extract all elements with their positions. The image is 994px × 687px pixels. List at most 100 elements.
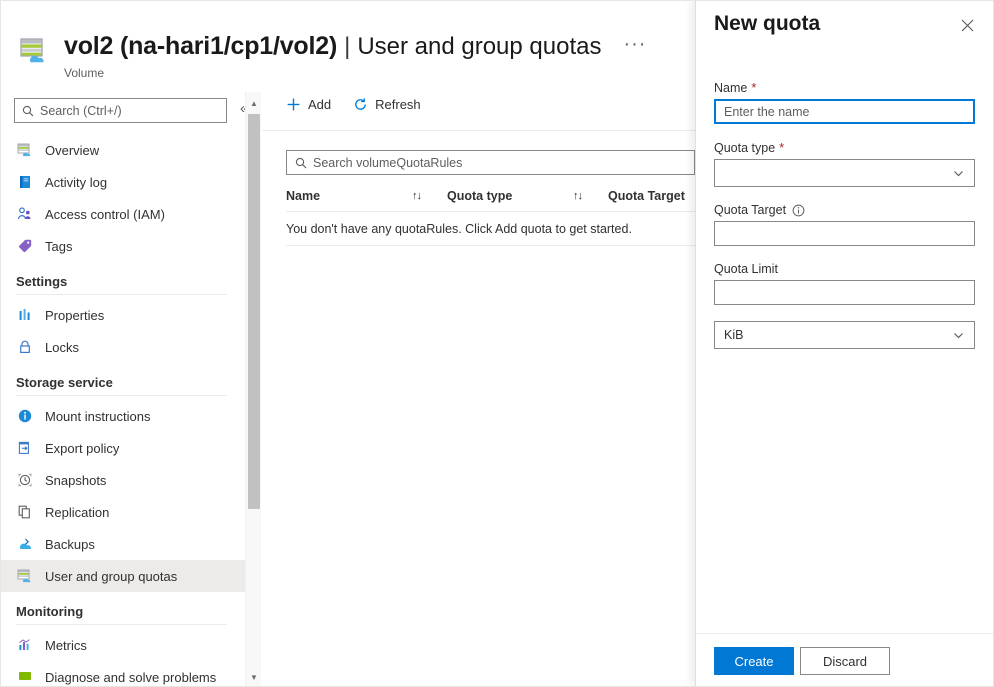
sidebar-item-snapshots[interactable]: Snapshots bbox=[0, 464, 245, 496]
replication-icon bbox=[16, 504, 33, 521]
unit-selected-value: KiB bbox=[724, 328, 743, 342]
lock-icon bbox=[16, 339, 33, 356]
export-policy-icon bbox=[16, 440, 33, 457]
refresh-icon bbox=[353, 97, 368, 112]
sort-icon-name[interactable]: ↑↓ bbox=[412, 190, 421, 202]
grid-search-input[interactable]: Search volumeQuotaRules bbox=[286, 150, 695, 175]
close-icon[interactable] bbox=[958, 16, 976, 34]
discard-button[interactable]: Discard bbox=[800, 647, 890, 675]
required-indicator: * bbox=[779, 140, 784, 155]
name-input-placeholder: Enter the name bbox=[724, 105, 809, 119]
add-button-label: Add bbox=[308, 97, 331, 112]
page-name: User and group quotas bbox=[357, 33, 601, 61]
name-label-text: Name bbox=[714, 81, 747, 95]
name-input[interactable]: Enter the name bbox=[714, 99, 975, 124]
search-icon bbox=[22, 105, 34, 117]
sidebar-item-access-control[interactable]: Access control (IAM) bbox=[0, 198, 245, 230]
title-separator: | bbox=[344, 33, 350, 61]
field-quota-target: Quota Target bbox=[714, 203, 977, 246]
toolbar-divider bbox=[262, 130, 695, 131]
sidebar-item-locks[interactable]: Locks bbox=[0, 331, 245, 363]
volume-icon bbox=[16, 142, 33, 159]
sidebar-item-tags[interactable]: Tags bbox=[0, 230, 245, 262]
volume-icon bbox=[18, 34, 52, 68]
nav-scrollbar[interactable]: ▲ ▼ bbox=[245, 92, 261, 687]
sidebar-item-label: Properties bbox=[45, 308, 104, 323]
sidebar-item-label: Export policy bbox=[45, 441, 119, 456]
quota-limit-field-label: Quota Limit bbox=[714, 262, 977, 276]
panel-footer: Create Discard bbox=[696, 633, 994, 687]
unit-select[interactable]: KiB bbox=[714, 321, 975, 349]
scrollbar-thumb[interactable] bbox=[248, 114, 260, 509]
left-navigation: Search (Ctrl+/) « Overview bbox=[0, 92, 245, 687]
sidebar-item-label: Backups bbox=[45, 537, 95, 552]
new-quota-panel: New quota Name * Enter the name Quota ty… bbox=[695, 0, 994, 687]
scroll-up-icon[interactable]: ▲ bbox=[246, 95, 262, 111]
quota-target-input[interactable] bbox=[714, 221, 975, 246]
search-placeholder-text: Search (Ctrl+/) bbox=[40, 104, 122, 118]
grid-search-placeholder-text: Search volumeQuotaRules bbox=[313, 156, 462, 170]
quota-rules-grid: Name ↑↓ Quota type ↑↓ Quota Target You d… bbox=[286, 180, 695, 246]
sidebar-item-mount-instructions[interactable]: Mount instructions bbox=[0, 400, 245, 432]
sidebar-item-label: User and group quotas bbox=[45, 569, 177, 584]
sidebar-item-label: Mount instructions bbox=[45, 409, 151, 424]
quota-target-field-label: Quota Target bbox=[714, 203, 977, 217]
sidebar-item-label: Activity log bbox=[45, 175, 107, 190]
refresh-button-label: Refresh bbox=[375, 97, 421, 112]
activity-log-icon bbox=[16, 174, 33, 191]
search-input[interactable]: Search (Ctrl+/) bbox=[14, 98, 227, 123]
sort-icon-quota-type[interactable]: ↑↓ bbox=[573, 190, 582, 202]
quota-type-field-label: Quota type * bbox=[714, 140, 977, 155]
grid-header-row: Name ↑↓ Quota type ↑↓ Quota Target bbox=[286, 180, 695, 212]
add-button[interactable]: Add bbox=[286, 97, 331, 112]
sidebar-item-backups[interactable]: Backups bbox=[0, 528, 245, 560]
quota-target-label-text: Quota Target bbox=[714, 203, 786, 217]
nav-group-settings: Settings bbox=[0, 262, 245, 294]
field-name: Name * Enter the name bbox=[714, 80, 977, 124]
plus-icon bbox=[286, 97, 301, 112]
chevron-down-icon bbox=[952, 167, 965, 180]
nav-divider bbox=[16, 294, 227, 295]
sidebar-item-replication[interactable]: Replication bbox=[0, 496, 245, 528]
field-quota-type: Quota type * bbox=[714, 140, 977, 187]
resource-type-subtitle: Volume bbox=[64, 66, 104, 80]
column-header-name[interactable]: Name bbox=[286, 189, 412, 203]
tags-icon bbox=[16, 238, 33, 255]
sidebar-item-label: Access control (IAM) bbox=[45, 207, 165, 222]
refresh-button[interactable]: Refresh bbox=[353, 97, 421, 112]
more-actions-button[interactable]: ··· bbox=[623, 37, 646, 51]
nav-group-monitoring: Monitoring bbox=[0, 592, 245, 624]
volume-icon bbox=[16, 568, 33, 585]
grid-filter-wrapper: Search volumeQuotaRules bbox=[286, 150, 695, 175]
sidebar-item-metrics[interactable]: Metrics bbox=[0, 629, 245, 661]
panel-title: New quota bbox=[714, 12, 820, 36]
create-button[interactable]: Create bbox=[714, 647, 794, 675]
sidebar-item-diagnose-and-solve-problems[interactable]: Diagnose and solve problems bbox=[0, 661, 245, 687]
quota-limit-input[interactable] bbox=[714, 280, 975, 305]
scroll-down-icon[interactable]: ▼ bbox=[246, 669, 262, 685]
column-header-quota-target[interactable]: Quota Target bbox=[608, 189, 685, 203]
sidebar-item-export-policy[interactable]: Export policy bbox=[0, 432, 245, 464]
backup-icon bbox=[16, 536, 33, 553]
page-title: vol2 (na-hari1/cp1/vol2) | User and grou… bbox=[64, 32, 646, 61]
diagnose-icon bbox=[16, 669, 33, 686]
nav-divider bbox=[16, 624, 227, 625]
quota-type-label-text: Quota type bbox=[714, 141, 775, 155]
grid-empty-message: You don't have any quotaRules. Click Add… bbox=[286, 212, 695, 246]
sidebar-item-overview[interactable]: Overview bbox=[0, 134, 245, 166]
info-icon[interactable] bbox=[792, 204, 805, 217]
panel-form: Name * Enter the name Quota type * bbox=[714, 80, 977, 365]
nav-search-wrapper: Search (Ctrl+/) bbox=[14, 98, 227, 123]
column-header-quota-type[interactable]: Quota type bbox=[447, 189, 573, 203]
sidebar-item-user-and-group-quotas[interactable]: User and group quotas bbox=[0, 560, 245, 592]
field-unit: KiB bbox=[714, 321, 977, 349]
sidebar-item-label: Snapshots bbox=[45, 473, 106, 488]
quota-type-select[interactable] bbox=[714, 159, 975, 187]
name-field-label: Name * bbox=[714, 80, 977, 95]
main-content: Add Refresh bbox=[262, 92, 695, 687]
sidebar-item-label: Replication bbox=[45, 505, 109, 520]
search-icon bbox=[295, 157, 307, 169]
sidebar-item-activity-log[interactable]: Activity log bbox=[0, 166, 245, 198]
quota-limit-label-text: Quota Limit bbox=[714, 262, 778, 276]
sidebar-item-properties[interactable]: Properties bbox=[0, 299, 245, 331]
